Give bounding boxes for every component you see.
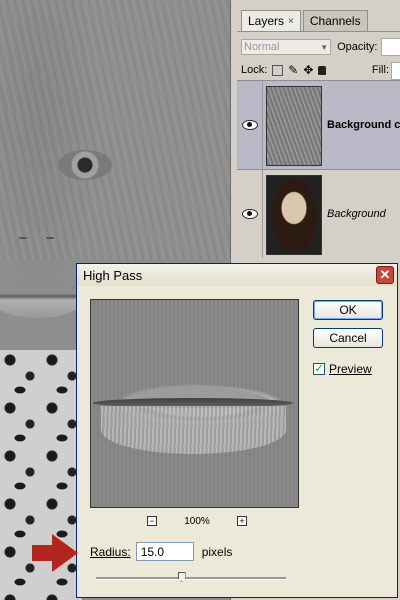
radius-row: Radius: 15.0 pixels (90, 542, 232, 561)
eye-icon (241, 120, 258, 130)
opacity-label: Opacity: (337, 41, 378, 53)
radius-input[interactable]: 15.0 (135, 542, 194, 561)
zoom-in-button[interactable]: + (236, 516, 247, 526)
lock-label: Lock: (241, 64, 268, 76)
filter-preview[interactable] (90, 299, 299, 508)
layer-name: Background co (327, 119, 400, 131)
fill-field[interactable] (391, 62, 400, 80)
visibility-toggle[interactable] (237, 81, 263, 169)
preview-option[interactable]: ✓ Preview (313, 362, 372, 376)
lips-region (0, 278, 85, 318)
slider-handle[interactable] (177, 572, 186, 582)
fill-label: Fill: (371, 64, 389, 76)
preview-label: Preview (329, 362, 372, 376)
blend-mode-value: Normal (244, 41, 280, 53)
blend-mode-select[interactable]: Normal ▼ (241, 39, 332, 55)
dialog-titlebar[interactable]: High Pass ✕ (77, 264, 397, 286)
visibility-toggle[interactable] (237, 170, 263, 258)
chevron-down-icon: ▼ (320, 42, 329, 52)
lock-pixels-icon[interactable]: ✎ (288, 63, 298, 77)
zoom-level: 100% (184, 515, 210, 527)
blend-row: Normal ▼ Opacity: (241, 37, 400, 57)
zoom-out-button[interactable]: − (147, 516, 157, 526)
close-tab-icon[interactable]: × (288, 16, 294, 27)
high-pass-dialog: High Pass ✕ − 100% + OK Cancel ✓ Preview… (76, 263, 398, 598)
annotation-arrow-icon (32, 534, 78, 572)
tab-layers[interactable]: Layers × (241, 10, 301, 31)
layer-thumbnail (266, 86, 322, 166)
radius-value: 15.0 (140, 544, 165, 559)
lock-transparency-icon[interactable] (272, 64, 284, 76)
opacity-field[interactable] (381, 38, 400, 56)
radius-unit: pixels (201, 544, 233, 559)
close-icon: ✕ (379, 267, 391, 282)
lock-row: Lock: ✎ ✥ Fill: (241, 60, 400, 80)
layer-thumbnail (266, 175, 322, 255)
layer-row-background-copy[interactable]: Background co (237, 80, 400, 169)
tab-channels[interactable]: Channels (302, 10, 368, 31)
preview-checkbox[interactable]: ✓ (313, 363, 325, 375)
nose-region (5, 228, 65, 248)
close-button[interactable]: ✕ (376, 266, 394, 284)
tab-channels-label: Channels (309, 14, 361, 28)
lock-all-icon[interactable] (318, 65, 327, 75)
tab-layers-label: Layers (248, 14, 285, 28)
eye-region (58, 150, 112, 180)
dialog-title: High Pass (83, 267, 143, 283)
layer-row-background[interactable]: Background (237, 169, 400, 258)
panel-tabs: Layers × Channels (241, 10, 370, 32)
zoom-controls: − 100% + (147, 514, 247, 528)
eye-icon (241, 209, 258, 219)
preview-lower-lip (101, 406, 286, 454)
radius-label: Radius: (90, 544, 131, 559)
radius-slider[interactable] (96, 572, 286, 582)
ok-button[interactable]: OK (313, 300, 383, 320)
tab-divider (237, 31, 400, 32)
hair-texture (0, 0, 230, 260)
lock-position-icon[interactable]: ✥ (303, 63, 313, 77)
layer-name: Background (327, 208, 386, 220)
cancel-button[interactable]: Cancel (313, 328, 383, 348)
